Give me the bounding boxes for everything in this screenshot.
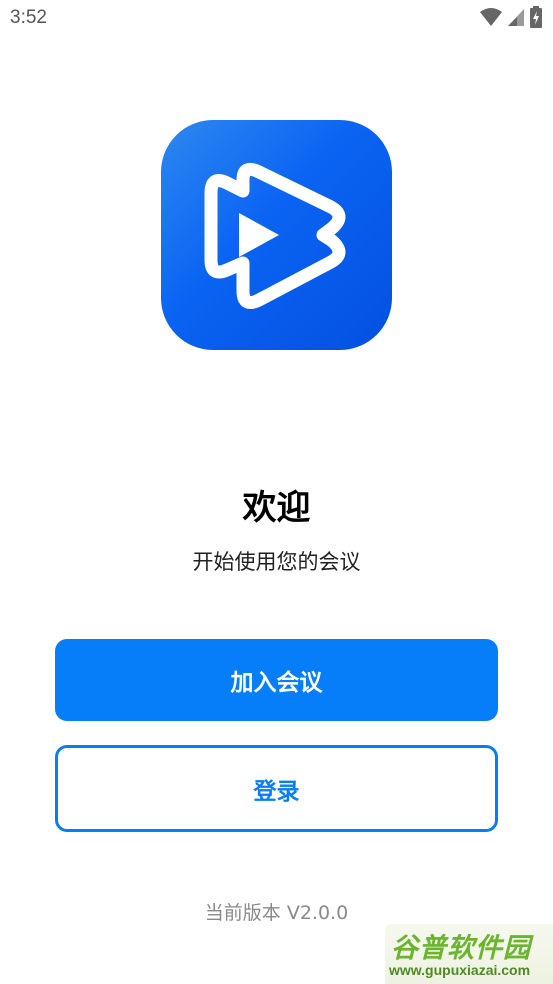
login-label: 登录 (253, 778, 300, 805)
cellular-signal-icon (507, 7, 525, 31)
join-meeting-label: 加入会议 (230, 670, 323, 696)
status-time: 3:52 (10, 7, 47, 28)
join-meeting-button[interactable]: 加入会议 (55, 639, 498, 721)
watermark: 谷普软件园 www.gupuxiazai.com (385, 924, 553, 984)
wifi-icon (479, 7, 503, 31)
app-logo (161, 120, 392, 350)
watermark-name: 谷普软件园 (391, 933, 531, 964)
welcome-subtitle: 开始使用您的会议 (192, 550, 361, 574)
login-button[interactable]: 登录 (55, 745, 498, 832)
status-bar: 3:52 (0, 0, 553, 38)
battery-charging-icon (529, 6, 543, 32)
version-text: 当前版本 V2.0.0 (204, 902, 349, 924)
play-logo-icon (204, 162, 346, 309)
welcome-title: 欢迎 (242, 488, 311, 528)
watermark-url: www.gupuxiazai.com (389, 962, 531, 978)
status-icons (479, 6, 543, 32)
